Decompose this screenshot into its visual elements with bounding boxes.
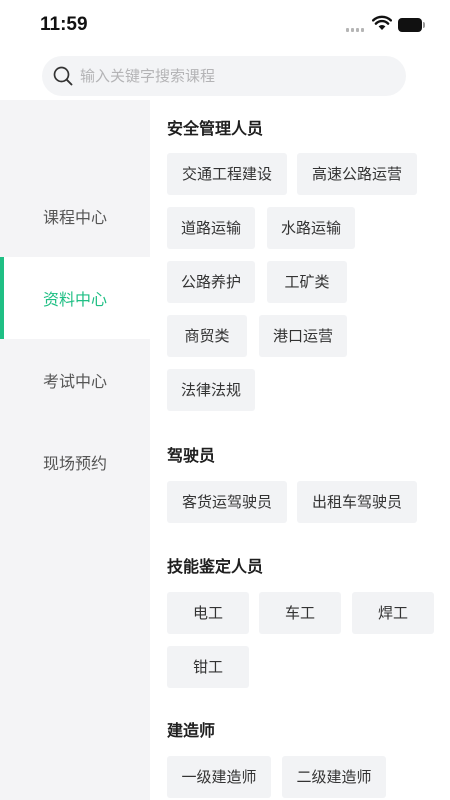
sidebar-item-exam-center[interactable]: 考试中心 [0, 339, 150, 421]
tag-chip[interactable]: 商贸类 [167, 315, 247, 357]
tag-chip[interactable]: 钳工 [167, 646, 249, 688]
wifi-icon [372, 15, 392, 30]
tag-chip[interactable]: 出租车驾驶员 [297, 481, 417, 523]
sidebar-item-label: 资料中心 [43, 290, 108, 309]
tag-chip[interactable]: 法律法规 [167, 369, 255, 411]
tag-chip[interactable]: 客货运驾驶员 [167, 481, 287, 523]
section-title: 技能鉴定人员 [167, 557, 264, 576]
tag-chip[interactable]: 一级建造师 [167, 756, 271, 798]
tag-chip[interactable]: 二级建造师 [282, 756, 386, 798]
tag-chip[interactable]: 交通工程建设 [167, 153, 287, 195]
sidebar-item-label: 课程中心 [43, 208, 108, 227]
section-title: 驾驶员 [167, 446, 216, 465]
search-bar[interactable] [42, 56, 406, 96]
battery-icon [398, 18, 426, 32]
tag-chip[interactable]: 焊工 [352, 592, 434, 634]
status-bar: 11:59 [0, 0, 450, 52]
tag-chip[interactable]: 工矿类 [267, 261, 347, 303]
tag-chip[interactable]: 港口运营 [259, 315, 347, 357]
materials-content: 安全管理人员 交通工程建设 高速公路运营 道路运输 水路运输 公路养护 工矿类 … [150, 100, 450, 800]
category-sidebar: 课程中心 资料中心 考试中心 现场预约 [0, 100, 150, 800]
tag-chip[interactable]: 水路运输 [267, 207, 355, 249]
tag-chip[interactable]: 道路运输 [167, 207, 255, 249]
cellular-signal-icon [346, 26, 366, 32]
tag-chip[interactable]: 高速公路运营 [297, 153, 417, 195]
tag-chip[interactable]: 公路养护 [167, 261, 255, 303]
search-input[interactable] [80, 56, 390, 96]
sidebar-item-label: 考试中心 [43, 372, 108, 391]
tag-chip[interactable]: 电工 [167, 592, 249, 634]
search-icon [53, 66, 73, 86]
sidebar-item-onsite-booking[interactable]: 现场预约 [0, 421, 150, 503]
status-time: 11:59 [40, 14, 88, 35]
tag-chip[interactable]: 车工 [259, 592, 341, 634]
sidebar-item-course-center[interactable]: 课程中心 [0, 175, 150, 257]
section-title: 安全管理人员 [167, 119, 264, 138]
sidebar-item-label: 现场预约 [43, 454, 108, 473]
sidebar-item-materials-center[interactable]: 资料中心 [0, 257, 150, 339]
section-title: 建造师 [167, 721, 216, 740]
